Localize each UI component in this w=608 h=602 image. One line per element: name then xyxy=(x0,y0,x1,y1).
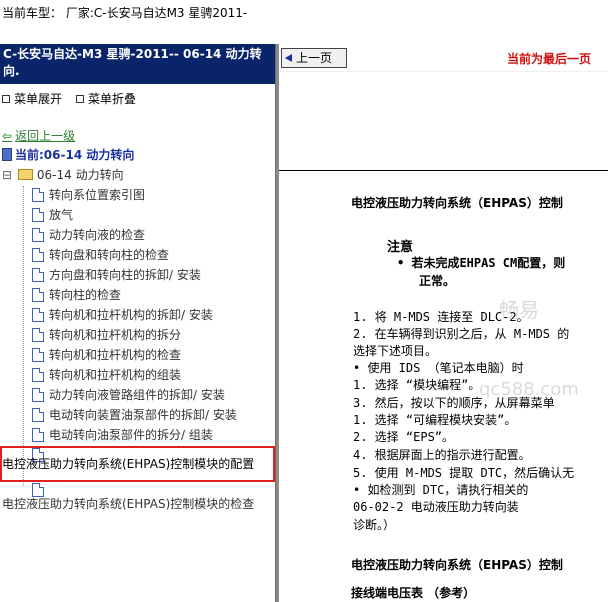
step-line: • 使用 IDS （笔记本电脑）时 xyxy=(353,361,524,375)
document-icon xyxy=(32,408,44,422)
tree-item[interactable]: 动力转向液的检查 xyxy=(32,225,145,245)
tree-item[interactable]: 电动转向装置油泵部件的拆卸/ 安装 xyxy=(32,405,237,425)
document-icon xyxy=(32,188,44,202)
note-line: • 若未完成EHPAS CM配置，则 xyxy=(397,256,566,270)
previous-page-label: 上一页 xyxy=(296,51,333,65)
tree-item-selected[interactable]: 电控液压助力转向系统(EHPAS)控制模块的配置 xyxy=(2,454,254,474)
tree-item-label: 转向机和拉杆机构的检查 xyxy=(49,348,182,362)
content-panel: 上一页 当前为最后一页 电控液压助力转向系统（EHPAS）控制 注意 • 若未完… xyxy=(279,44,608,602)
tree-item-label: 放气 xyxy=(49,208,74,222)
tree-item[interactable]: 转向机和拉杆机构的拆卸/ 安装 xyxy=(32,305,213,325)
back-link[interactable]: ⇦ 返回上一级 xyxy=(2,126,75,146)
step-line: 1. 选择 “可编程模块安装”。 xyxy=(353,413,517,427)
step-line: 1. 将 M-MDS 连接至 DLC-2。 xyxy=(353,310,529,324)
tree-toggle-icon: ⊟ xyxy=(2,168,13,182)
page-nav-bar: 上一页 当前为最后一页 xyxy=(279,44,608,72)
navigation-panel: C-长安马自达-M3 星骋-2011-- 06-14 动力转向. 菜单展开 菜单… xyxy=(0,44,276,602)
step-line: 4. 根据屏面上的指示进行配置。 xyxy=(353,448,531,462)
document-icon xyxy=(32,348,44,362)
tree-item[interactable]: 电动转向油泵部件的拆分/ 组装 xyxy=(32,425,213,445)
tree-item[interactable]: 转向系位置索引图 xyxy=(32,185,145,205)
tree-item[interactable]: 方向盘和转向柱的拆卸/ 安装 xyxy=(32,265,201,285)
document-icon xyxy=(32,288,44,302)
tree-item[interactable]: 转向柱的检查 xyxy=(32,285,121,305)
note-title: 注意 xyxy=(387,240,414,255)
tree-item[interactable]: 转向机和拉杆机构的检查 xyxy=(32,345,181,365)
tree-item-label: 电动转向油泵部件的拆分/ 组装 xyxy=(49,428,213,442)
content-separator xyxy=(279,170,608,171)
tree-item-label: 转向柱的检查 xyxy=(49,288,122,302)
current-location: 当前:06-14 动力转向 xyxy=(2,145,134,165)
table-title: 接线端电压表 （参考） xyxy=(351,586,476,600)
step-line: 3. 然后，按以下的顺序，从屏幕菜单 xyxy=(353,396,555,410)
tree-item[interactable]: 电控液压助力转向系统(EHPAS)控制模块的检查 xyxy=(2,494,254,514)
document-icon xyxy=(32,308,44,322)
back-link-label: 返回上一级 xyxy=(15,129,76,143)
previous-page-button[interactable]: 上一页 xyxy=(281,48,347,68)
step-line: • 如检测到 DTC，请执行相关的 xyxy=(353,483,529,497)
tree-item-label: 电控液压助力转向系统(EHPAS)控制模块的检查 xyxy=(2,497,255,511)
current-folder-icon xyxy=(2,148,12,161)
tree-item-label: 转向系位置索引图 xyxy=(49,188,146,202)
document-icon xyxy=(32,328,44,342)
note-line: 正常。 xyxy=(419,274,456,288)
tree-item-label: 转向机和拉杆机构的拆分 xyxy=(49,328,182,342)
step-line: 1. 选择 “模块编程”。 xyxy=(353,378,481,392)
tree-folder[interactable]: ⊟ 06-14 动力转向 xyxy=(2,165,124,185)
step-line: 2. 在车辆得到识别之后，从 M-MDS 的 xyxy=(353,327,570,341)
current-location-label: 当前:06-14 动力转向 xyxy=(15,148,135,162)
tree-item[interactable]: 转向机和拉杆机构的拆分 xyxy=(32,325,181,345)
step-line: 2. 选择 “EPS”。 xyxy=(353,430,455,444)
section-title: 电控液压助力转向系统（EHPAS）控制 xyxy=(351,558,563,572)
tree-item-label: 转向机和拉杆机构的拆卸/ 安装 xyxy=(49,308,213,322)
document-icon xyxy=(32,228,44,242)
tree-item-label: 电控液压助力转向系统(EHPAS)控制模块的配置 xyxy=(2,457,255,471)
tree-item[interactable]: 转向盘和转向柱的检查 xyxy=(32,245,169,265)
tree-item-label: 动力转向液的检查 xyxy=(49,228,146,242)
tree-item-label: 方向盘和转向柱的拆卸/ 安装 xyxy=(49,268,201,282)
folder-open-icon xyxy=(17,169,33,180)
document-icon xyxy=(32,428,44,442)
document-icon xyxy=(32,268,44,282)
document-icon xyxy=(32,388,44,402)
tree-item-label: 转向盘和转向柱的检查 xyxy=(49,248,170,262)
tree-guide-line xyxy=(23,186,24,486)
step-line: 5. 使用 M-MDS 提取 DTC，然后确认无 xyxy=(353,466,575,480)
tree-item[interactable]: 放气 xyxy=(32,205,73,225)
tree-item-label: 转向机和拉杆机构的组装 xyxy=(49,368,182,382)
document-icon xyxy=(32,248,44,262)
vehicle-model-label: 当前车型： 厂家:C-长安马自达M3 星骋2011- xyxy=(2,6,248,20)
document-icon xyxy=(32,368,44,382)
tree-folder-label: 06-14 动力转向 xyxy=(36,168,124,182)
section-header: C-长安马自达-M3 星骋-2011-- 06-14 动力转向. xyxy=(0,44,275,84)
document-icon xyxy=(32,208,44,222)
back-arrow-icon: ⇦ xyxy=(2,129,13,143)
menu-tree: ⇦ 返回上一级 当前:06-14 动力转向 ⊟ 06-14 动力转向 转向系位置索… xyxy=(0,94,275,594)
last-page-notice: 当前为最后一页 xyxy=(507,52,592,66)
step-line: 选择下述项目。 xyxy=(353,344,438,358)
vehicle-model-bar: 当前车型： 厂家:C-长安马自达M3 星骋2011- xyxy=(0,0,608,22)
tree-item[interactable]: 转向机和拉杆机构的组装 xyxy=(32,365,181,385)
tree-item-label: 动力转向液管路组件的拆卸/ 安装 xyxy=(49,388,225,402)
step-line: 06-02-2 电动液压助力转向装 xyxy=(353,500,519,514)
tree-item[interactable]: 动力转向液管路组件的拆卸/ 安装 xyxy=(32,385,225,405)
step-line: 诊断。） xyxy=(353,518,396,532)
page-title: 电控液压助力转向系统（EHPAS）控制 xyxy=(351,196,563,210)
tree-item-label: 电动转向装置油泵部件的拆卸/ 安装 xyxy=(49,408,237,422)
